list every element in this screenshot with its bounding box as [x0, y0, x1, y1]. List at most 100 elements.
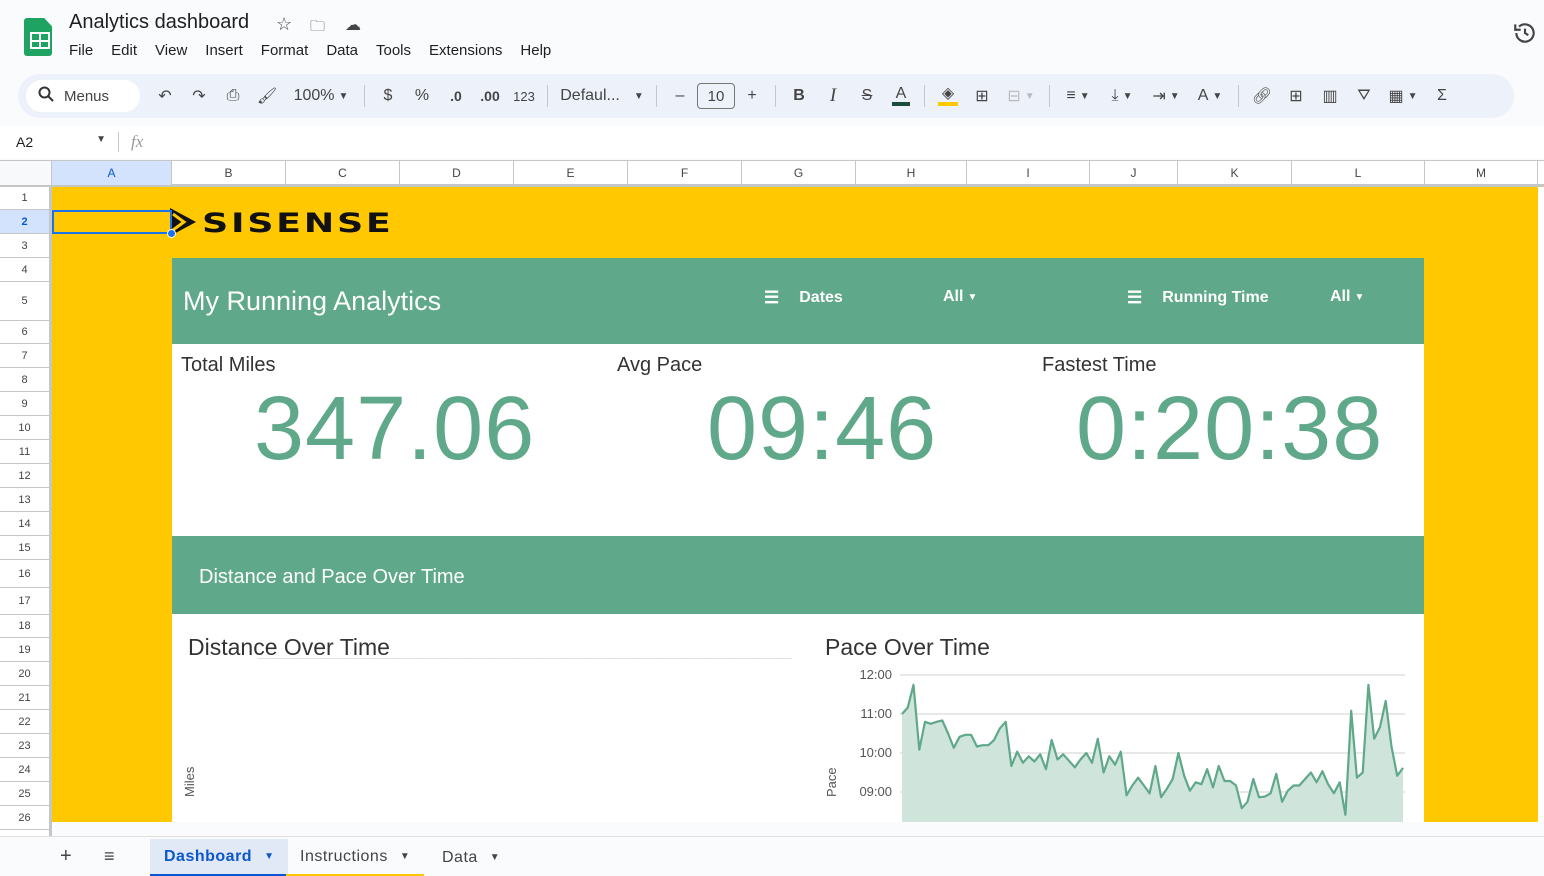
increase-decimal-button[interactable]: .00: [473, 81, 507, 111]
selected-cell[interactable]: [52, 210, 172, 234]
borders-icon[interactable]: ⊞: [965, 81, 999, 111]
document-title[interactable]: Analytics dashboard: [69, 11, 249, 34]
row-header-14[interactable]: 14: [0, 512, 49, 536]
currency-button[interactable]: $: [371, 81, 405, 111]
paint-format-icon[interactable]: 🖌: [250, 81, 284, 111]
menu-tools[interactable]: Tools: [376, 42, 420, 59]
column-header-I[interactable]: I: [967, 161, 1090, 185]
sheets-logo[interactable]: [24, 18, 52, 56]
row-header-23[interactable]: 23: [0, 734, 49, 758]
column-header-M[interactable]: M: [1425, 161, 1538, 185]
fill-color-icon[interactable]: ◈: [931, 81, 965, 111]
row-header-1[interactable]: 1: [0, 187, 49, 210]
vertical-align-icon[interactable]: ⤓▼: [1100, 81, 1144, 111]
column-header-G[interactable]: G: [742, 161, 856, 185]
filter-dates-value[interactable]: All▼: [943, 288, 977, 306]
name-box[interactable]: A2▼: [0, 134, 118, 150]
row-header-11[interactable]: 11: [0, 440, 49, 464]
row-header-21[interactable]: 21: [0, 686, 49, 710]
percent-button[interactable]: %: [405, 81, 439, 111]
text-color-icon[interactable]: A: [884, 81, 918, 111]
column-header-K[interactable]: K: [1178, 161, 1292, 185]
italic-icon[interactable]: I: [816, 81, 850, 111]
tab-data[interactable]: Data▼: [428, 839, 514, 876]
column-header-B[interactable]: B: [172, 161, 286, 185]
row-header-8[interactable]: 8: [0, 368, 49, 392]
cloud-saved-icon[interactable]: ☁: [345, 15, 361, 35]
functions-table-icon[interactable]: ▦▼: [1381, 81, 1425, 111]
row-header-22[interactable]: 22: [0, 710, 49, 734]
sigma-icon[interactable]: Σ: [1425, 81, 1459, 111]
fill-handle[interactable]: [167, 229, 176, 238]
link-icon[interactable]: 🔗︎: [1245, 81, 1279, 111]
tab-instructions[interactable]: Instructions▼: [286, 839, 424, 876]
menu-file[interactable]: File: [69, 42, 102, 59]
row-header-12[interactable]: 12: [0, 464, 49, 488]
filter-running-time-value[interactable]: All▼: [1330, 288, 1364, 306]
menu-format[interactable]: Format: [261, 42, 318, 59]
row-header-25[interactable]: 25: [0, 782, 49, 806]
row-header-19[interactable]: 19: [0, 638, 49, 662]
column-header-F[interactable]: F: [628, 161, 742, 185]
row-header-2[interactable]: 2: [0, 210, 49, 234]
row-header-16[interactable]: 16: [0, 560, 49, 588]
chevron-down-icon[interactable]: ▼: [264, 851, 274, 862]
column-header-A[interactable]: A: [52, 161, 172, 185]
column-header-E[interactable]: E: [514, 161, 628, 185]
row-header-10[interactable]: 10: [0, 416, 49, 440]
row-header-20[interactable]: 20: [0, 662, 49, 686]
row-header-9[interactable]: 9: [0, 392, 49, 416]
chevron-down-icon[interactable]: ▼: [400, 851, 410, 862]
undo-icon[interactable]: ↶: [148, 81, 182, 111]
row-header-4[interactable]: 4: [0, 258, 49, 282]
chevron-down-icon[interactable]: ▼: [490, 852, 500, 863]
star-icon[interactable]: ☆: [276, 14, 292, 35]
row-header-7[interactable]: 7: [0, 344, 49, 368]
filter-dates[interactable]: ☰ Dates: [764, 288, 843, 308]
increase-font-size-button[interactable]: +: [735, 81, 769, 111]
menu-view[interactable]: View: [155, 42, 196, 59]
search-menus[interactable]: Menus: [26, 80, 140, 112]
merge-cells-icon[interactable]: ⊟▼: [999, 81, 1043, 111]
row-header-5[interactable]: 5: [0, 282, 49, 321]
add-sheet-icon[interactable]: +: [60, 845, 72, 868]
more-formats-button[interactable]: 123: [507, 81, 541, 111]
zoom-select[interactable]: 100%▼: [284, 81, 358, 111]
menu-insert[interactable]: Insert: [205, 42, 252, 59]
font-size-input[interactable]: 10: [697, 83, 735, 109]
menu-data[interactable]: Data: [326, 42, 367, 59]
text-rotation-icon[interactable]: A▼: [1188, 81, 1232, 111]
column-header-C[interactable]: C: [286, 161, 400, 185]
column-header-L[interactable]: L: [1292, 161, 1425, 185]
column-header-D[interactable]: D: [400, 161, 514, 185]
filter-running-time[interactable]: ☰ Running Time: [1127, 288, 1269, 308]
row-header-24[interactable]: 24: [0, 758, 49, 782]
horizontal-align-icon[interactable]: ≡▼: [1056, 81, 1100, 111]
column-header-J[interactable]: J: [1090, 161, 1178, 185]
decrease-decimal-button[interactable]: .0: [439, 81, 473, 111]
redo-icon[interactable]: ↷: [182, 81, 216, 111]
text-wrapping-icon[interactable]: ⇥▼: [1144, 81, 1188, 111]
menu-edit[interactable]: Edit: [111, 42, 146, 59]
font-select[interactable]: Defaul...▼: [554, 81, 650, 111]
version-history-icon[interactable]: [1512, 20, 1538, 46]
menu-extensions[interactable]: Extensions: [429, 42, 511, 59]
strikethrough-icon[interactable]: S: [850, 81, 884, 111]
all-sheets-icon[interactable]: ≡: [104, 846, 115, 867]
decrease-font-size-button[interactable]: –: [663, 81, 697, 111]
menu-help[interactable]: Help: [520, 42, 560, 59]
row-header-6[interactable]: 6: [0, 321, 49, 344]
comment-icon[interactable]: ⊞: [1279, 81, 1313, 111]
row-header-26[interactable]: 26: [0, 806, 49, 830]
chart-icon[interactable]: ▥: [1313, 81, 1347, 111]
row-header-18[interactable]: 18: [0, 615, 49, 638]
select-all-corner[interactable]: [0, 161, 52, 185]
row-header-3[interactable]: 3: [0, 234, 49, 258]
tab-dashboard[interactable]: Dashboard▼: [150, 839, 288, 876]
row-header-15[interactable]: 15: [0, 536, 49, 560]
formula-input[interactable]: [143, 126, 1544, 158]
row-header-17[interactable]: 17: [0, 588, 49, 615]
row-header-13[interactable]: 13: [0, 488, 49, 512]
print-icon[interactable]: ⎙: [216, 81, 250, 111]
move-folder-icon[interactable]: 🗀: [310, 16, 325, 41]
